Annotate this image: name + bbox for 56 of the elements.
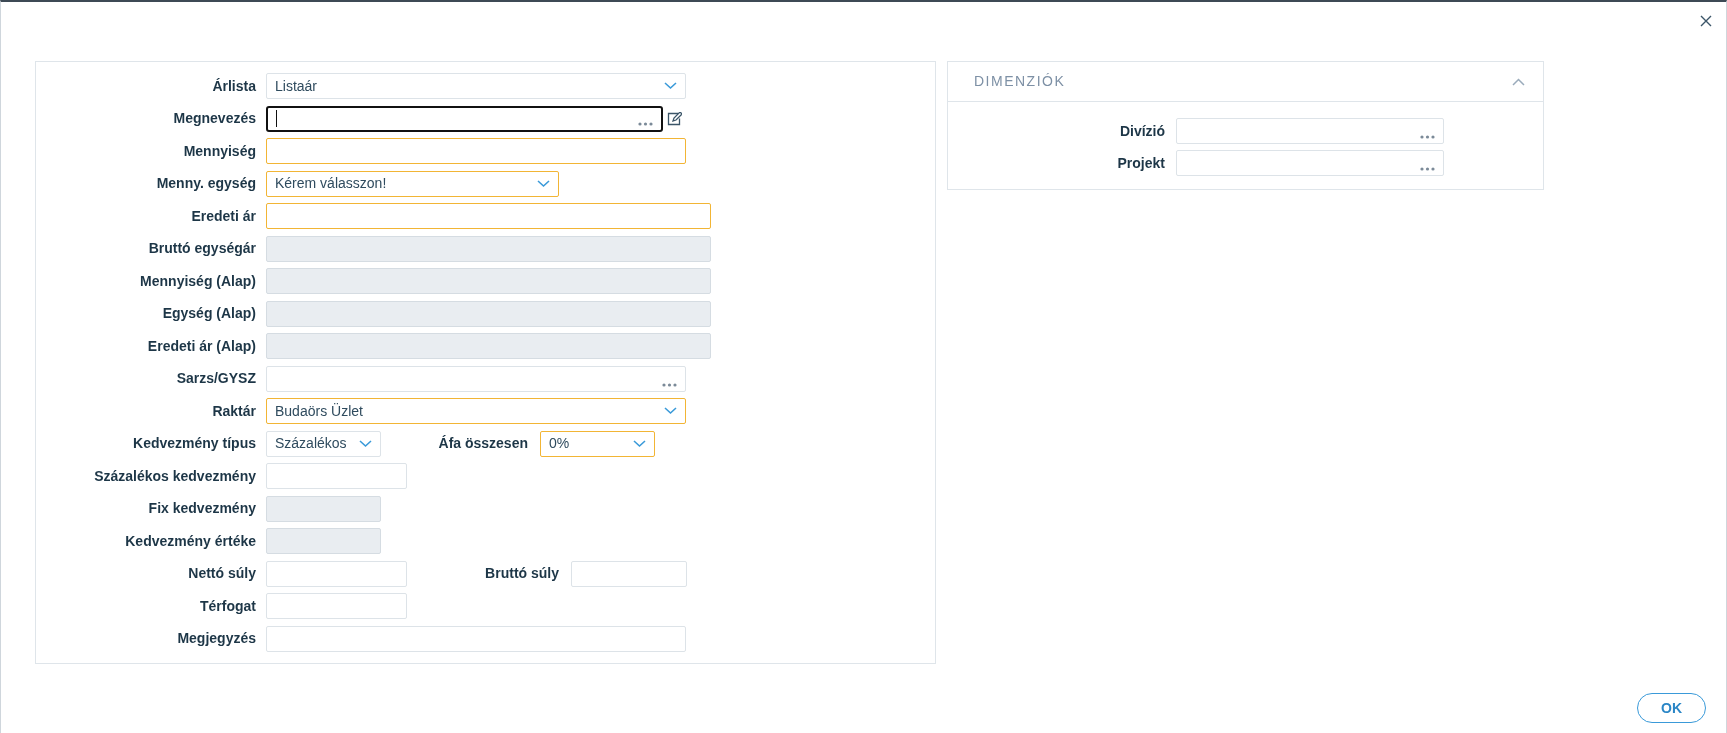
- field-label: Mennyiség (Alap): [139, 271, 256, 291]
- readonly-field[interactable]: [266, 495, 381, 522]
- readonly-field[interactable]: [266, 235, 711, 262]
- text-cursor: [276, 110, 277, 127]
- input-field[interactable]: [266, 138, 686, 164]
- field-label: Bruttó egységár: [147, 239, 256, 258]
- field-label: Kedvezmény értéke: [124, 531, 256, 551]
- readonly-field[interactable]: [266, 268, 711, 294]
- field-label: Mennyiség: [182, 141, 256, 161]
- close-icon[interactable]: [1700, 15, 1712, 27]
- ellipsis-icon[interactable]: [662, 382, 677, 387]
- field-label: Menny. egység: [155, 174, 256, 193]
- field-label: Árlista: [211, 76, 256, 96]
- chevron-down-icon[interactable]: [359, 439, 372, 448]
- field-label: Divízió: [1118, 121, 1165, 141]
- field-label: Projekt: [1116, 153, 1165, 173]
- chevron-up-icon[interactable]: [1512, 77, 1525, 86]
- ok-button[interactable]: OK: [1637, 693, 1706, 723]
- lookup-field[interactable]: [266, 105, 663, 132]
- field-label: Százalékos kedvezmény: [93, 466, 256, 486]
- chevron-down-icon[interactable]: [633, 439, 646, 448]
- field-label: Áfa összesen: [437, 434, 528, 453]
- field-label: Eredeti ár (Alap): [146, 336, 256, 356]
- input-field[interactable]: [266, 625, 686, 652]
- ellipsis-icon[interactable]: [1420, 135, 1435, 139]
- field-label: Kedvezmény típus: [132, 434, 256, 453]
- field-label: Sarzs/GYSZ: [175, 369, 256, 388]
- field-label: Bruttó súly: [484, 564, 559, 583]
- select-field[interactable]: Százalékos: [266, 430, 381, 457]
- field-label: Megnevezés: [172, 109, 256, 128]
- field-label: Térfogat: [199, 596, 256, 616]
- readonly-field[interactable]: [266, 300, 711, 327]
- field-label: Eredeti ár: [190, 206, 256, 226]
- chevron-down-icon[interactable]: [664, 407, 677, 415]
- select-field[interactable]: Listaár: [266, 73, 686, 99]
- field-label: Egység (Alap): [161, 304, 256, 323]
- chevron-down-icon[interactable]: [664, 82, 677, 90]
- input-field[interactable]: [266, 203, 711, 229]
- readonly-field[interactable]: [266, 333, 711, 359]
- section-title: DIMENZIÓK: [974, 72, 1066, 91]
- readonly-field[interactable]: [266, 528, 381, 554]
- input-field[interactable]: [571, 560, 687, 587]
- select-field[interactable]: 0%: [540, 430, 655, 457]
- select-field[interactable]: Kérem válasszon!: [266, 170, 559, 197]
- input-field[interactable]: [266, 560, 407, 587]
- ellipsis-icon[interactable]: [638, 121, 653, 126]
- edit-icon[interactable]: [667, 111, 682, 126]
- input-field[interactable]: [266, 463, 407, 489]
- chevron-down-icon[interactable]: [537, 179, 550, 188]
- field-label: Nettó súly: [187, 564, 256, 583]
- ellipsis-icon[interactable]: [1420, 167, 1435, 171]
- field-label: Megjegyzés: [176, 629, 256, 648]
- field-label: Fix kedvezmény: [147, 499, 256, 518]
- select-field[interactable]: Budaörs Üzlet: [266, 398, 686, 424]
- field-label: Raktár: [211, 401, 256, 421]
- input-field[interactable]: [266, 593, 407, 619]
